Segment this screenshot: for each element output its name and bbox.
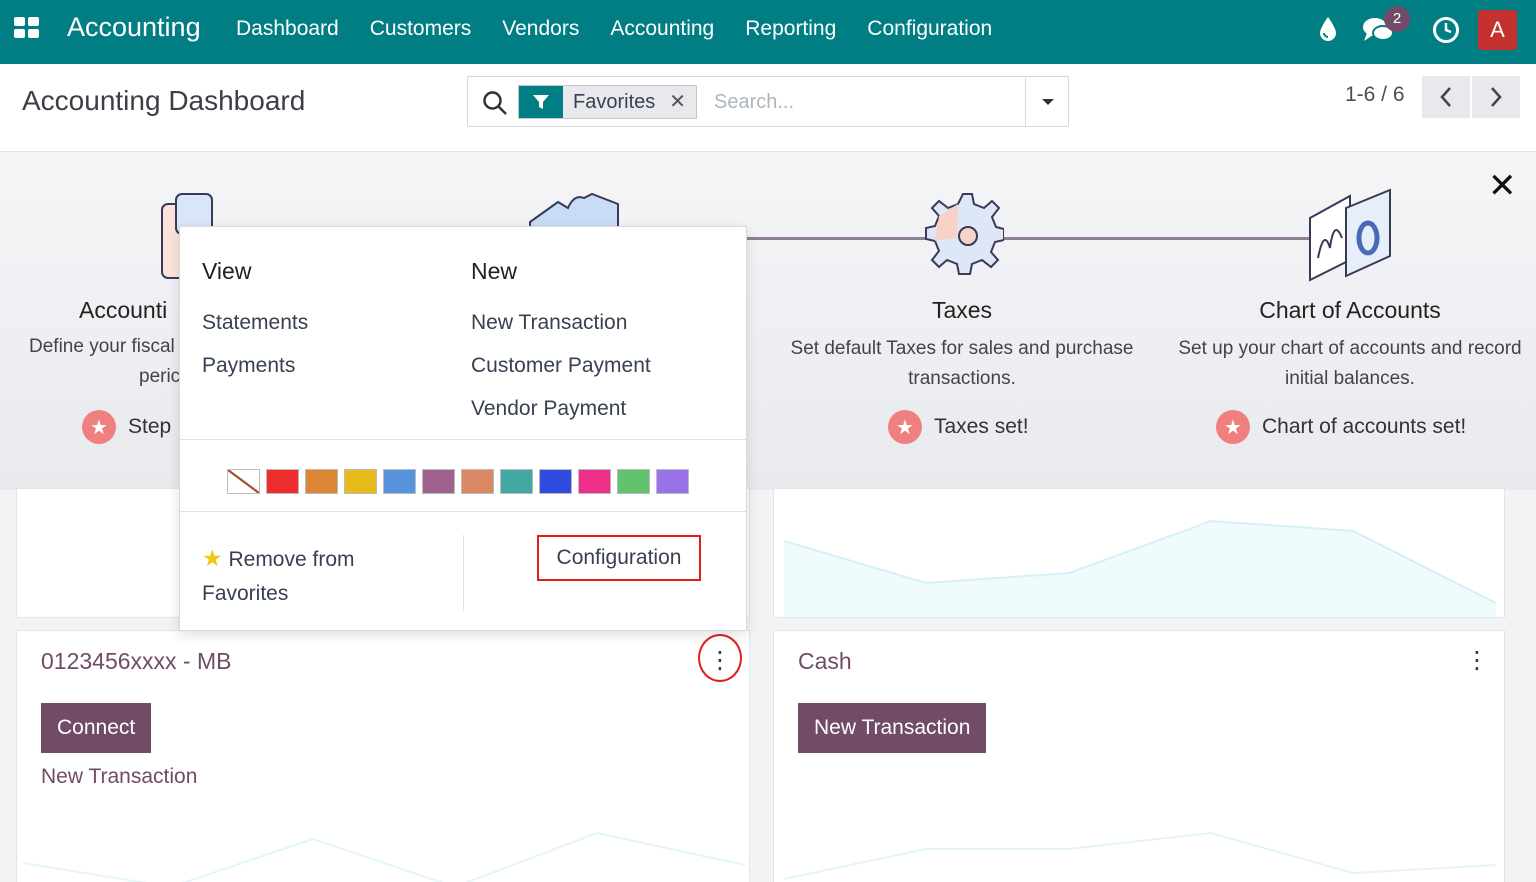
app-name[interactable]: Accounting	[67, 12, 201, 43]
favorite-label-line1: Remove from	[228, 548, 355, 571]
color-swatch[interactable]	[344, 469, 377, 494]
star-icon: ★	[82, 410, 116, 444]
chevron-right-icon	[1491, 87, 1502, 107]
color-swatch[interactable]	[383, 469, 416, 494]
menu-item-vendor-payment[interactable]: Vendor Payment	[471, 397, 626, 421]
kebab-menu-icon[interactable]: ⋮	[1462, 645, 1492, 675]
search-box: Favorites ✕	[467, 76, 1069, 127]
chevron-left-icon	[1440, 87, 1451, 107]
messages-count-badge: 2	[1384, 6, 1410, 32]
filter-icon	[519, 86, 563, 118]
step-status: ★ Step	[82, 410, 171, 444]
color-swatch[interactable]	[578, 469, 611, 494]
journal-dropdown-menu: View Statements Payments New New Transac…	[179, 226, 747, 631]
color-swatch[interactable]	[305, 469, 338, 494]
divider	[180, 511, 746, 512]
step-title[interactable]: Accounti	[20, 297, 190, 324]
step-status-label: Step	[128, 415, 172, 438]
pager-previous-button[interactable]	[1422, 76, 1470, 118]
color-swatch-none[interactable]	[227, 469, 260, 494]
user-avatar[interactable]: A	[1478, 10, 1517, 50]
search-icon[interactable]	[482, 90, 508, 116]
search-facet: Favorites ✕	[518, 85, 698, 119]
step-description-line1: Define your fiscal	[29, 336, 175, 357]
configuration-link[interactable]: Configuration	[537, 535, 701, 581]
search-input[interactable]	[714, 87, 1014, 117]
step-description-line2: initial balances.	[1285, 368, 1415, 389]
star-icon: ★	[202, 545, 223, 571]
color-swatch[interactable]	[656, 469, 689, 494]
journal-card-bank: 0123456xxxx - MB ⋮ Connect New Transacti…	[16, 630, 750, 882]
remove-favorite-link[interactable]: ★ Remove from Favorites	[202, 541, 355, 611]
step-status-label: Chart of accounts set!	[1262, 415, 1467, 438]
journal-graph	[783, 519, 1497, 617]
menu-reporting[interactable]: Reporting	[745, 17, 836, 41]
color-picker	[227, 469, 689, 494]
pager-value[interactable]: 1-6 / 6	[1345, 83, 1405, 107]
step-status-label: Taxes set!	[934, 415, 1029, 438]
divider	[463, 535, 464, 611]
new-transaction-link[interactable]: New Transaction	[41, 765, 197, 789]
color-swatch[interactable]	[617, 469, 650, 494]
step-status: ★ Chart of accounts set!	[1216, 410, 1466, 444]
step-description-line1: Set default Taxes for sales and purchase	[790, 338, 1134, 359]
view-header: View	[202, 258, 252, 284]
menu-item-new-transaction[interactable]: New Transaction	[471, 311, 627, 335]
journal-graph	[22, 831, 746, 882]
color-swatch[interactable]	[266, 469, 299, 494]
step-fiscal-year: Accounti Define your fiscal peric	[20, 297, 190, 392]
clock-icon[interactable]	[1432, 16, 1460, 44]
menu-configuration[interactable]: Configuration	[867, 17, 992, 41]
divider	[180, 439, 746, 440]
step-title[interactable]: Chart of Accounts	[1160, 297, 1536, 324]
step-description-line1: Set up your chart of accounts and record	[1178, 338, 1522, 359]
chart-sheet-icon	[1309, 188, 1391, 282]
main-menu: Dashboard Customers Vendors Accounting R…	[236, 17, 1023, 41]
color-swatch[interactable]	[500, 469, 533, 494]
menu-accounting[interactable]: Accounting	[610, 17, 714, 41]
menu-item-statements[interactable]: Statements	[202, 311, 308, 335]
top-navbar: Accounting Dashboard Customers Vendors A…	[0, 0, 1536, 64]
drop-icon[interactable]	[1318, 16, 1338, 42]
menu-dashboard[interactable]: Dashboard	[236, 17, 339, 41]
control-panel: Accounting Dashboard Favorites ✕ 1-6 / 6	[0, 64, 1536, 152]
step-description-line2: peric	[139, 366, 181, 387]
step-taxes: Taxes Set default Taxes for sales and pu…	[770, 297, 1154, 394]
pager-next-button[interactable]	[1472, 76, 1520, 118]
journal-graph	[783, 831, 1497, 880]
step-title[interactable]: Taxes	[770, 297, 1154, 324]
page-title: Accounting Dashboard	[22, 85, 306, 116]
apps-grid-icon[interactable]	[14, 17, 40, 39]
menu-item-payments[interactable]: Payments	[202, 354, 295, 378]
menu-item-customer-payment[interactable]: Customer Payment	[471, 354, 651, 378]
step-chart-of-accounts: Chart of Accounts Set up your chart of a…	[1160, 297, 1536, 394]
new-transaction-button[interactable]: New Transaction	[798, 703, 987, 753]
kebab-highlight	[698, 634, 742, 682]
color-swatch[interactable]	[539, 469, 572, 494]
color-swatch[interactable]	[461, 469, 494, 494]
connect-button[interactable]: Connect	[41, 703, 152, 753]
color-swatch[interactable]	[422, 469, 455, 494]
search-options-toggle[interactable]	[1025, 77, 1069, 126]
facet-remove-icon[interactable]: ✕	[669, 86, 686, 118]
caret-down-icon	[1041, 98, 1054, 105]
menu-customers[interactable]: Customers	[370, 17, 472, 41]
star-icon: ★	[888, 410, 922, 444]
journal-card-cash: Cash ⋮ New Transaction	[773, 630, 1505, 882]
star-icon: ★	[1216, 410, 1250, 444]
step-description-line2: transactions.	[908, 368, 1016, 389]
journal-title[interactable]: 0123456xxxx - MB	[41, 648, 231, 675]
journal-card-top-right	[773, 488, 1505, 618]
close-banner-icon[interactable]: ✕	[1488, 166, 1517, 206]
new-header: New	[471, 258, 518, 284]
favorite-label-line2: Favorites	[202, 582, 289, 605]
journal-title[interactable]: Cash	[798, 648, 852, 675]
progress-line	[740, 237, 1330, 240]
menu-vendors[interactable]: Vendors	[502, 17, 579, 41]
step-status: ★ Taxes set!	[888, 410, 1029, 444]
facet-label: Favorites	[573, 91, 656, 113]
gear-icon	[925, 193, 1004, 275]
